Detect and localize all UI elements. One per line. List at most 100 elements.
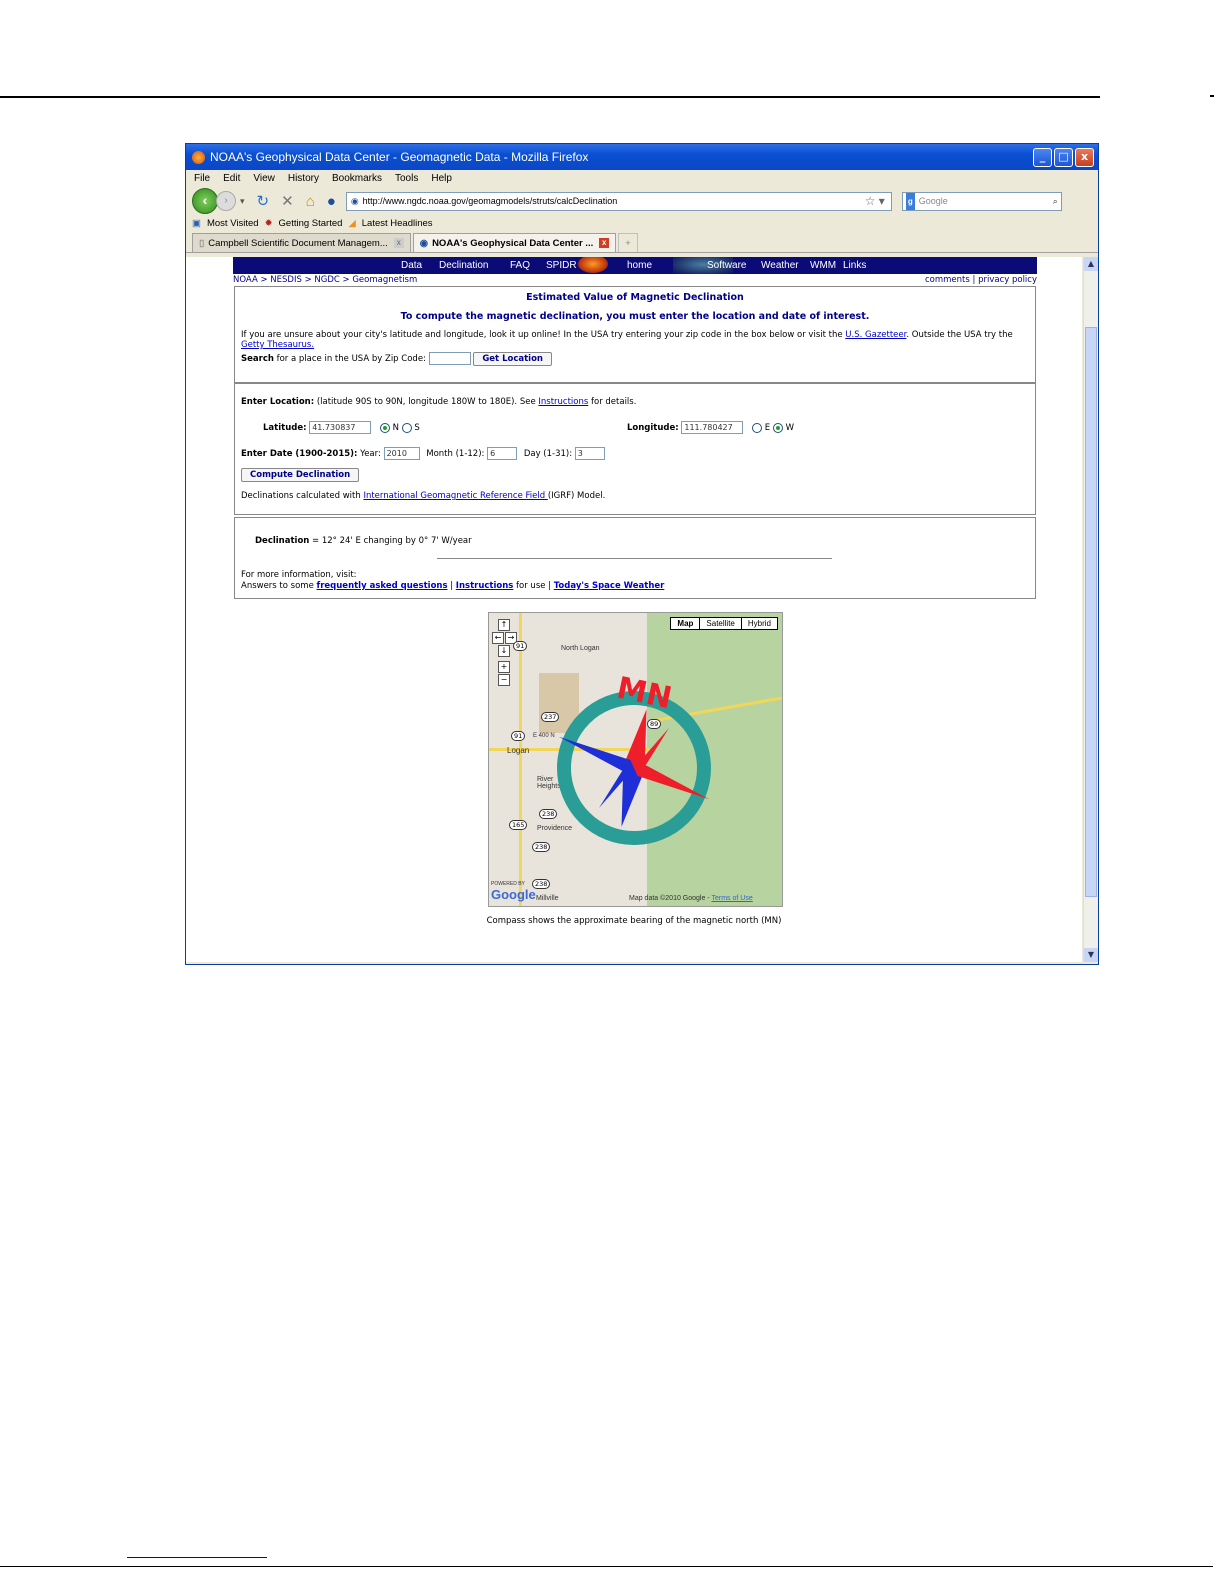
nav-faq[interactable]: FAQ [510, 260, 530, 271]
igrf-link[interactable]: International Geomagnetic Reference Fiel… [363, 491, 547, 501]
compute-declination-button[interactable]: Compute Declination [241, 468, 360, 482]
nav-software[interactable]: Software [707, 260, 746, 271]
noaa-favicon-icon: ◉ [419, 237, 429, 249]
zip-code-input[interactable] [428, 352, 471, 365]
faq-link[interactable]: frequently asked questions [317, 581, 448, 591]
longitude-input[interactable]: 111.780427 [681, 421, 744, 434]
map-type-buttons: Map Satellite Hybrid [670, 617, 778, 630]
bookmark-getting-started[interactable]: Getting Started [279, 218, 343, 229]
result-divider [437, 558, 832, 559]
year-label: Year: [357, 449, 381, 459]
title-bar[interactable]: NOAA's Geophysical Data Center - Geomagn… [186, 144, 1098, 170]
us-gazetteer-link[interactable]: U.S. Gazetteer [845, 330, 906, 340]
tab-noaa[interactable]: ◉ NOAA's Geophysical Data Center ... x [412, 233, 617, 252]
address-bar[interactable]: ◉ http://www.ngdc.noaa.gov/geomagmodels/… [345, 191, 892, 211]
search-label-bold: Search [241, 354, 274, 364]
menu-help[interactable]: Help [431, 173, 452, 184]
terms-of-use-link[interactable]: Terms of Use [711, 895, 752, 902]
history-dropdown-icon[interactable]: ▾ [240, 196, 245, 207]
get-location-button[interactable]: Get Location [473, 352, 552, 366]
map-label-logan: Logan [507, 746, 530, 755]
new-tab-button[interactable]: + [618, 233, 638, 252]
scroll-down-icon[interactable]: ▼ [1084, 948, 1098, 962]
close-tab-icon[interactable]: x [393, 238, 404, 248]
pan-down-icon[interactable]: ↓ [498, 645, 510, 657]
reload-icon[interactable]: ↻ [257, 192, 270, 210]
nav-spidr[interactable]: SPIDR [546, 260, 577, 271]
forward-arrow-icon[interactable]: › [216, 191, 236, 211]
nav-wmm[interactable]: WMM [810, 260, 836, 271]
back-arrow-icon[interactable]: ‹ [192, 188, 218, 214]
intro-text: If you are unsure about your city's lati… [241, 330, 1029, 350]
search-box[interactable]: g Google ⌕ [901, 191, 1062, 211]
breadcrumb-path[interactable]: NOAA > NESDIS > NGDC > Geomagnetism [233, 275, 417, 285]
noaa-extension-icon[interactable]: ● [327, 193, 336, 210]
route-shield: 238 [532, 842, 551, 852]
nav-home[interactable]: home [627, 260, 652, 271]
menu-file[interactable]: File [194, 173, 210, 184]
map-type-hybrid[interactable]: Hybrid [740, 617, 778, 630]
year-input[interactable]: 2010 [383, 447, 420, 460]
nav-links[interactable]: Links [843, 260, 866, 271]
breadcrumb: NOAA > NESDIS > NGDC > Geomagnetism comm… [233, 275, 1037, 285]
zoom-out-icon[interactable]: − [498, 674, 510, 686]
declination-result: Declination = 12° 24' E changing by 0° 7… [255, 536, 472, 546]
menu-bookmarks[interactable]: Bookmarks [332, 173, 382, 184]
month-input[interactable]: 6 [487, 447, 518, 460]
map-type-map[interactable]: Map [670, 617, 701, 630]
longitude-west-label: W [785, 423, 794, 433]
route-shield: 165 [509, 820, 528, 830]
space-weather-link[interactable]: Today's Space Weather [554, 581, 665, 591]
longitude-west-radio[interactable] [772, 422, 783, 433]
longitude-east-radio[interactable] [752, 422, 763, 433]
pan-up-icon[interactable]: ↑ [498, 619, 510, 631]
google-map[interactable]: ↑ ← → ↓ + − Map Satellite Hybrid North L… [488, 612, 783, 907]
firefox-icon [192, 150, 205, 164]
page-icon: ▯ [199, 237, 205, 249]
bookmark-latest-headlines[interactable]: Latest Headlines [362, 218, 433, 229]
most-visited-icon: ▣ [192, 218, 201, 229]
latitude-north-label: N [392, 423, 399, 433]
map-type-satellite[interactable]: Satellite [699, 617, 742, 630]
scrollbar-thumb[interactable] [1085, 327, 1097, 897]
nav-data[interactable]: Data [401, 260, 422, 271]
home-icon[interactable]: ⌂ [306, 193, 315, 210]
menu-view[interactable]: View [253, 173, 275, 184]
menu-tools[interactable]: Tools [395, 173, 418, 184]
zoom-in-icon[interactable]: + [498, 661, 510, 673]
site-identity-icon[interactable]: ◉ [351, 193, 359, 210]
search-icon[interactable]: ⌕ [1053, 193, 1058, 210]
tab-label: NOAA's Geophysical Data Center ... [432, 237, 594, 249]
close-button[interactable]: x [1075, 147, 1094, 167]
tab-campbell[interactable]: ▯ Campbell Scientific Document Managem..… [192, 233, 411, 252]
bookmark-most-visited[interactable]: Most Visited [207, 218, 259, 229]
menu-edit[interactable]: Edit [223, 173, 240, 184]
bookmark-star-icon[interactable]: ☆ ▾ [865, 193, 885, 210]
maximize-button[interactable]: □ [1054, 147, 1073, 167]
help-links-row: Answers to some frequently asked questio… [241, 581, 664, 591]
latitude-south-radio[interactable] [401, 422, 412, 433]
close-tab-icon[interactable]: x [599, 238, 610, 248]
stop-icon[interactable]: ✕ [281, 192, 294, 210]
latitude-north-radio[interactable] [379, 422, 390, 433]
google-logo[interactable]: Google [491, 887, 536, 902]
pan-left-icon[interactable]: ← [492, 632, 504, 644]
instructions-link[interactable]: Instructions [538, 397, 588, 407]
comments-privacy-links[interactable]: comments | privacy policy [925, 275, 1037, 285]
location-label: Enter Location: [241, 397, 315, 407]
vertical-scrollbar[interactable]: ▲ ▼ [1083, 257, 1098, 962]
minimize-button[interactable]: _ [1033, 147, 1052, 167]
latitude-label: Latitude: [263, 423, 307, 433]
google-search-icon[interactable]: g [905, 192, 915, 210]
nav-declination[interactable]: Declination [439, 260, 488, 271]
answers-text: Answers to some [241, 581, 317, 591]
latitude-row: Latitude: 41.730837 N S [263, 421, 420, 434]
instructions-link[interactable]: Instructions [456, 581, 514, 591]
day-input[interactable]: 3 [574, 447, 605, 460]
scroll-up-icon[interactable]: ▲ [1084, 257, 1098, 271]
menu-history[interactable]: History [288, 173, 319, 184]
compute-row: Compute Declination [241, 468, 360, 482]
latitude-input[interactable]: 41.730837 [309, 421, 372, 434]
getty-thesaurus-link[interactable]: Getty Thesaurus. [241, 340, 314, 350]
nav-weather[interactable]: Weather [761, 260, 799, 271]
